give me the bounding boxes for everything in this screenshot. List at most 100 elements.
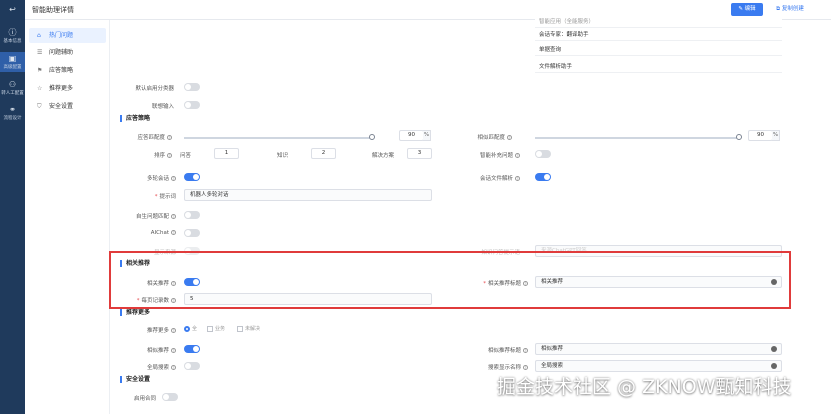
section-recommend-more: 推荐更多	[120, 309, 150, 316]
similar-title-input[interactable]: 相似推荐	[535, 343, 782, 355]
nav-question-assist[interactable]: ☰ 问题辅助	[29, 45, 106, 60]
option-business[interactable]: 业务	[207, 325, 225, 332]
followup-toggle[interactable]	[184, 101, 200, 109]
file-parse-toggle[interactable]	[535, 173, 551, 181]
rail-transfer[interactable]: ⚇ 转人工配置	[0, 80, 25, 98]
dropdown-option[interactable]: 文件解析助手	[535, 61, 782, 73]
info-icon: ⓘ	[8, 28, 17, 37]
aichat-label: AIChat?	[150, 230, 176, 236]
edit-button[interactable]: ✎ 编辑	[731, 3, 763, 16]
prompt-label: * 提示词	[154, 194, 176, 200]
option-all[interactable]: 全	[184, 325, 197, 332]
search-name-input[interactable]: 全局搜索	[535, 360, 782, 372]
help-icon: ?	[507, 135, 512, 140]
app-rail: ↩ ⓘ 基本信息 ▣ 高级配置 ⚇ 转人工配置 ⚭ 流程设计	[0, 0, 25, 414]
file-parse-label: 会话文件解析?	[479, 176, 520, 182]
help-icon: ?	[167, 153, 172, 158]
edit-label: 编辑	[744, 6, 756, 12]
similar-match-input[interactable]: 90	[748, 130, 773, 141]
enable-contract-toggle[interactable]	[162, 393, 178, 401]
answer-match-label: 应答匹配度?	[137, 135, 172, 141]
rail-advanced[interactable]: ▣ 高级配置	[0, 52, 25, 72]
sort-solution-input[interactable]: 3	[407, 148, 432, 159]
prompt-input[interactable]: 机器人多轮对话	[184, 189, 432, 201]
help-icon: ?	[171, 214, 176, 219]
rail-label: 流程设计	[3, 116, 22, 121]
smart-complete-label: 智能补充问题?	[479, 153, 520, 159]
assistant-icon: ▣	[8, 54, 17, 63]
nav-hot-questions[interactable]: ⌂ 热门问题	[29, 28, 106, 43]
nav-security[interactable]: ⛉ 安全设置	[29, 99, 106, 114]
multi-turn-label: 多轮会话?	[146, 176, 176, 182]
sort-label: 排序?	[153, 153, 172, 159]
nav-label: 应答策略	[49, 67, 74, 74]
nav-recommend-more[interactable]: ☆ 推荐更多	[29, 81, 106, 96]
flow-icon: ⚭	[9, 105, 16, 114]
multi-turn-toggle[interactable]	[184, 173, 200, 181]
back-icon: ↩	[9, 5, 16, 14]
strategy-icon: ⚑	[37, 67, 43, 74]
sort-solution-label: 解决方案	[372, 153, 395, 159]
percent-suffix: %	[772, 130, 780, 141]
help-icon: ?	[167, 135, 172, 140]
option-unsolved[interactable]: 未解决	[237, 325, 260, 332]
help-icon: ?	[171, 328, 176, 333]
help-icon: ?	[171, 365, 176, 370]
help-icon: ?	[515, 153, 520, 158]
smart-complete-toggle[interactable]	[535, 150, 551, 158]
page-title: 智能助理详情	[32, 6, 74, 14]
followup-label: 联想输入	[151, 104, 174, 110]
similar-label: 相似推荐?	[146, 348, 176, 354]
similar-title-label: 相似推荐标题?	[487, 348, 528, 354]
answer-match-slider[interactable]	[184, 137, 374, 139]
help-icon: ?	[515, 176, 520, 181]
rail-basic-info[interactable]: ⓘ 基本信息	[0, 28, 25, 46]
dropdown-option[interactable]: 单据查询	[535, 44, 782, 56]
section-nav: ⌂ 热门问题 ☰ 问题辅助 ⚑ 应答策略 ☆ 推荐更多 ⛉ 安全设置	[25, 20, 110, 414]
person-icon: ⚇	[8, 80, 17, 89]
similar-match-label: 相似匹配度?	[477, 135, 512, 141]
rail-back[interactable]: ↩	[0, 5, 25, 19]
help-icon: ?	[523, 365, 528, 370]
similar-match-thumb[interactable]	[736, 134, 742, 140]
similar-toggle[interactable]	[184, 345, 200, 353]
answer-match-input[interactable]: 90	[399, 130, 424, 141]
global-search-toggle[interactable]	[184, 362, 200, 370]
global-search-label: 全局搜索?	[146, 365, 176, 371]
help-icon: ?	[171, 230, 176, 235]
nav-label: 安全设置	[49, 103, 74, 110]
section-answer-strategy: 应答策略	[120, 115, 150, 122]
nav-label: 问题辅助	[49, 49, 74, 56]
help-icon: ?	[171, 176, 176, 181]
auto-match-label: 自生问题匹配?	[135, 214, 176, 220]
default-app-label: 默认启用分类器	[135, 86, 174, 92]
watermark-text: 掘金技术社区 @ ZKNOW甄知科技	[497, 376, 792, 398]
enable-contract-label: 启用合同	[133, 396, 156, 402]
main-panel: 智能应用（全能服务） 会话专家：翻译助手 单据查询 文件解析助手 默认启用分类器…	[110, 16, 831, 414]
section-security: 安全设置	[120, 376, 150, 383]
copy-create-button[interactable]: ⧉ 复制创建	[770, 3, 810, 16]
rail-flow[interactable]: ⚭ 流程设计	[0, 105, 25, 123]
nav-answer-strategy[interactable]: ⚑ 应答策略	[29, 63, 106, 78]
similar-match-slider[interactable]	[535, 137, 740, 139]
aichat-toggle[interactable]	[184, 229, 200, 237]
recommend-more-label: 推荐更多?	[146, 328, 176, 334]
copy-label: 复制创建	[781, 6, 804, 12]
help-icon: ?	[523, 348, 528, 353]
clear-icon	[771, 363, 777, 369]
dropdown-option[interactable]: 智能应用（全能服务）	[535, 16, 782, 28]
nav-label: 热门问题	[49, 32, 74, 39]
sort-knowledge-input[interactable]: 2	[311, 148, 336, 159]
list-icon: ☰	[37, 49, 43, 56]
recommend-icon: ☆	[37, 85, 43, 92]
auto-match-toggle[interactable]	[184, 211, 200, 219]
default-app-toggle[interactable]	[184, 83, 200, 91]
clear-icon	[771, 346, 777, 352]
nav-label: 推荐更多	[49, 85, 74, 92]
home-icon: ⌂	[37, 32, 41, 39]
sort-qa-input[interactable]: 1	[214, 148, 239, 159]
shield-icon: ⛉	[37, 103, 42, 110]
dropdown-option[interactable]: 会话专家：翻译助手	[535, 29, 782, 41]
answer-match-thumb[interactable]	[369, 134, 375, 140]
search-name-label: 搜索显示名称?	[487, 365, 528, 371]
